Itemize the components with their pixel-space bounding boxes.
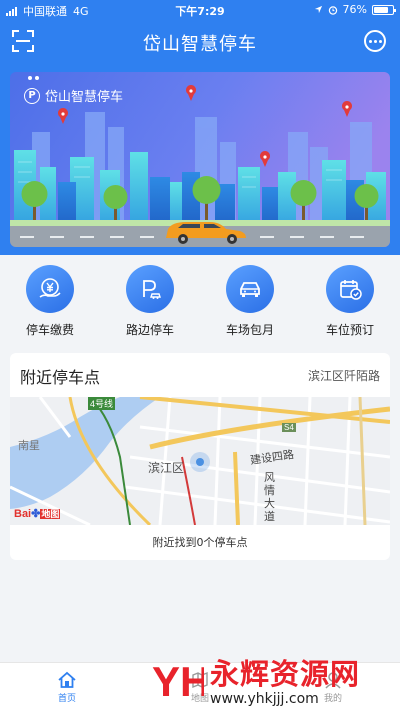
navbar: 岱山智慧停车 bbox=[0, 22, 400, 62]
battery-percent: 76% bbox=[342, 3, 367, 16]
baidu-logo-text: Bai bbox=[14, 508, 32, 520]
quick-action-parking-payment[interactable]: 停车缴费 bbox=[10, 265, 90, 338]
car-icon bbox=[226, 265, 274, 313]
app-header: 中国联通 4G 下午7:29 76% 岱山智慧停车 P 岱山智慧停车 bbox=[0, 0, 400, 255]
quick-action-roadside-parking[interactable]: 路边停车 bbox=[110, 265, 190, 338]
map-label-metro: 4号线 bbox=[88, 397, 116, 410]
parking-logo-icon: P bbox=[24, 87, 40, 104]
current-location[interactable]: 滨江区阡陌路 bbox=[308, 367, 380, 384]
map-label-road: 风情大道 bbox=[264, 472, 275, 523]
quick-action-space-booking[interactable]: 车位预订 bbox=[310, 265, 390, 338]
quick-action-label: 车场包月 bbox=[225, 323, 274, 337]
baidu-map-logo: Bai✤地图 bbox=[14, 507, 61, 520]
map-label-area: 南星 bbox=[18, 440, 40, 452]
tab-home[interactable]: 首页 bbox=[27, 669, 107, 704]
alarm-icon bbox=[328, 5, 337, 15]
paw-icon: ✤ bbox=[31, 508, 41, 520]
quick-action-monthly-pass[interactable]: 车场包月 bbox=[210, 265, 290, 338]
quick-action-label: 路边停车 bbox=[125, 323, 174, 337]
tab-label: 首页 bbox=[57, 694, 76, 704]
baidu-logo-cn: 地图 bbox=[40, 509, 61, 519]
map-label-district: 滨江区 bbox=[148, 461, 185, 475]
map-view[interactable]: 滨江区 建设四路 风情大道 南星 4号线 S4 Bai✤地图 bbox=[10, 395, 390, 527]
map-canvas bbox=[10, 395, 390, 527]
dot-icon bbox=[378, 39, 382, 43]
roadside-parking-icon bbox=[126, 265, 174, 313]
banner[interactable]: P 岱山智慧停车 bbox=[10, 72, 390, 247]
quick-actions: 停车缴费 路边停车 车场包月 车位预订 bbox=[0, 255, 400, 350]
nearby-result-text: 附近找到0个停车点 bbox=[152, 536, 248, 549]
banner-logo: P 岱山智慧停车 bbox=[24, 86, 123, 105]
status-bar: 中国联通 4G 下午7:29 76% bbox=[0, 0, 400, 20]
svg-text:YH: YH bbox=[152, 658, 204, 705]
nearby-parking-card: 附近停车点 滨江区阡陌路 滨江区 建设四路 风情大道 南星 4号线 S4 Bai… bbox=[10, 353, 390, 560]
calendar-check-icon bbox=[326, 265, 374, 313]
location-arrow-icon bbox=[314, 5, 322, 14]
banner-logo-text: 岱山智慧停车 bbox=[45, 90, 124, 105]
quick-action-label: 停车缴费 bbox=[25, 323, 74, 337]
watermark-logo: YH bbox=[152, 658, 204, 705]
dot-icon bbox=[373, 39, 377, 43]
yuan-payment-icon bbox=[26, 265, 74, 313]
watermark-url: www.yhkjjj.com bbox=[210, 691, 319, 707]
battery-icon bbox=[372, 4, 396, 15]
more-options-button[interactable] bbox=[364, 30, 386, 52]
page-title: 岱山智慧停车 bbox=[143, 34, 257, 55]
watermark-title: 永辉资源网 bbox=[210, 657, 361, 691]
quick-action-label: 车位预订 bbox=[325, 323, 374, 337]
nearby-header: 附近停车点 滨江区阡陌路 bbox=[10, 353, 390, 395]
nearby-title: 附近停车点 bbox=[20, 368, 101, 387]
watermark: YH 永辉资源网 www.yhkjjj.com bbox=[150, 648, 390, 710]
map-label-highway: S4 bbox=[282, 423, 296, 432]
home-icon bbox=[58, 671, 76, 688]
dot-icon bbox=[368, 39, 372, 43]
